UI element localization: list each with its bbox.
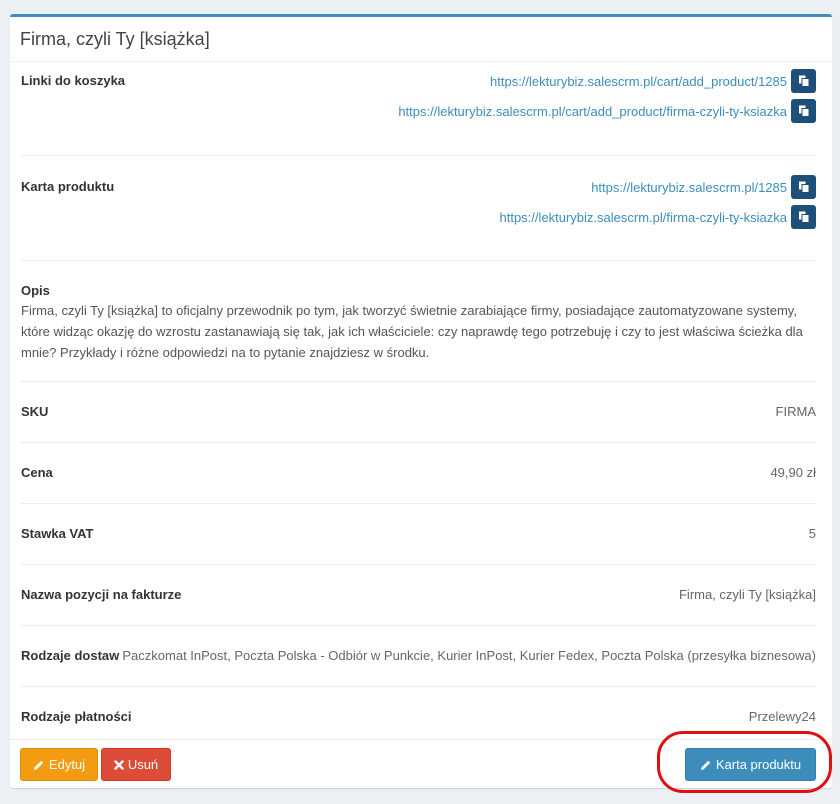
description-label: Opis (21, 283, 50, 298)
cart-link-1[interactable]: https://lekturybiz.salescrm.pl/cart/add_… (490, 74, 787, 89)
edit-button-label: Edytuj (48, 757, 86, 772)
delivery-value: Paczkomat InPost, Poczta Polska - Odbiór… (122, 648, 816, 663)
page-title: Firma, czyli Ty [książka] (20, 29, 210, 49)
delivery-label: Rodzaje dostaw (21, 648, 120, 663)
copy-icon (798, 181, 809, 193)
vat-label: Stawka VAT (21, 526, 94, 541)
copy-icon (798, 105, 809, 117)
box-footer: Edytuj Usuń Karta produktu (10, 739, 832, 791)
product-card-button[interactable]: Karta produktu (685, 748, 816, 781)
invoice-name-label: Nazwa pozycji na fakturze (21, 587, 182, 602)
copy-button[interactable] (791, 175, 816, 199)
product-card-button-label: Karta produktu (715, 757, 802, 772)
box-header: Firma, czyli Ty [książka] (10, 17, 832, 62)
copy-icon (798, 75, 809, 87)
cart-link-2[interactable]: https://lekturybiz.salescrm.pl/cart/add_… (398, 104, 787, 119)
payment-label: Rodzaje płatności (21, 709, 132, 724)
payment-row: Rodzaje płatności Przelewy24 (20, 687, 816, 739)
sku-value: FIRMA (775, 404, 816, 419)
description-text: Firma, czyli Ty [książka] to oficjalny p… (21, 303, 803, 360)
product-card-row: Karta produktu https://lekturybiz.salesc… (20, 156, 816, 261)
sku-row: SKU FIRMA (20, 382, 816, 443)
copy-button[interactable] (791, 69, 816, 93)
times-icon (114, 759, 124, 770)
cart-link-row-2: https://lekturybiz.salescrm.pl/cart/add_… (398, 99, 816, 123)
invoice-name-row: Nazwa pozycji na fakturze Firma, czyli T… (20, 565, 816, 626)
product-details-box: Firma, czyli Ty [książka] Linki do koszy… (10, 14, 832, 788)
payment-value: Przelewy24 (748, 709, 816, 724)
copy-button[interactable] (791, 99, 816, 123)
description-row: Opis Firma, czyli Ty [książka] to oficja… (20, 261, 816, 382)
delete-button-label: Usuń (127, 757, 159, 772)
cart-links-label: Linki do koszyka (21, 73, 126, 88)
copy-icon (798, 211, 809, 223)
product-card-link-2[interactable]: https://lekturybiz.salescrm.pl/firma-czy… (500, 210, 788, 225)
product-card-link-row-1: https://lekturybiz.salescrm.pl/1285 (591, 175, 816, 199)
product-card-label: Karta produktu (21, 179, 115, 194)
price-label: Cena (21, 465, 53, 480)
product-card-link-1[interactable]: https://lekturybiz.salescrm.pl/1285 (591, 180, 787, 195)
delivery-row: Rodzaje dostaw Paczkomat InPost, Poczta … (20, 626, 816, 687)
edit-button[interactable]: Edytuj (20, 748, 98, 781)
sku-label: SKU (21, 404, 49, 419)
cart-links-row: Linki do koszyka https://lekturybiz.sale… (20, 65, 816, 156)
cart-link-row-1: https://lekturybiz.salescrm.pl/cart/add_… (490, 69, 816, 93)
price-value: 49,90 zł (770, 465, 816, 480)
vat-value: 5 (808, 526, 816, 541)
product-card-link-row-2: https://lekturybiz.salescrm.pl/firma-czy… (500, 205, 816, 229)
invoice-name-value: Firma, czyli Ty [książka] (678, 587, 816, 602)
pencil-icon (33, 760, 44, 770)
pencil-icon (700, 760, 711, 770)
copy-button[interactable] (791, 205, 816, 229)
delete-button[interactable]: Usuń (101, 748, 171, 781)
price-row: Cena 49,90 zł (20, 443, 816, 504)
vat-row: Stawka VAT 5 (20, 504, 816, 565)
